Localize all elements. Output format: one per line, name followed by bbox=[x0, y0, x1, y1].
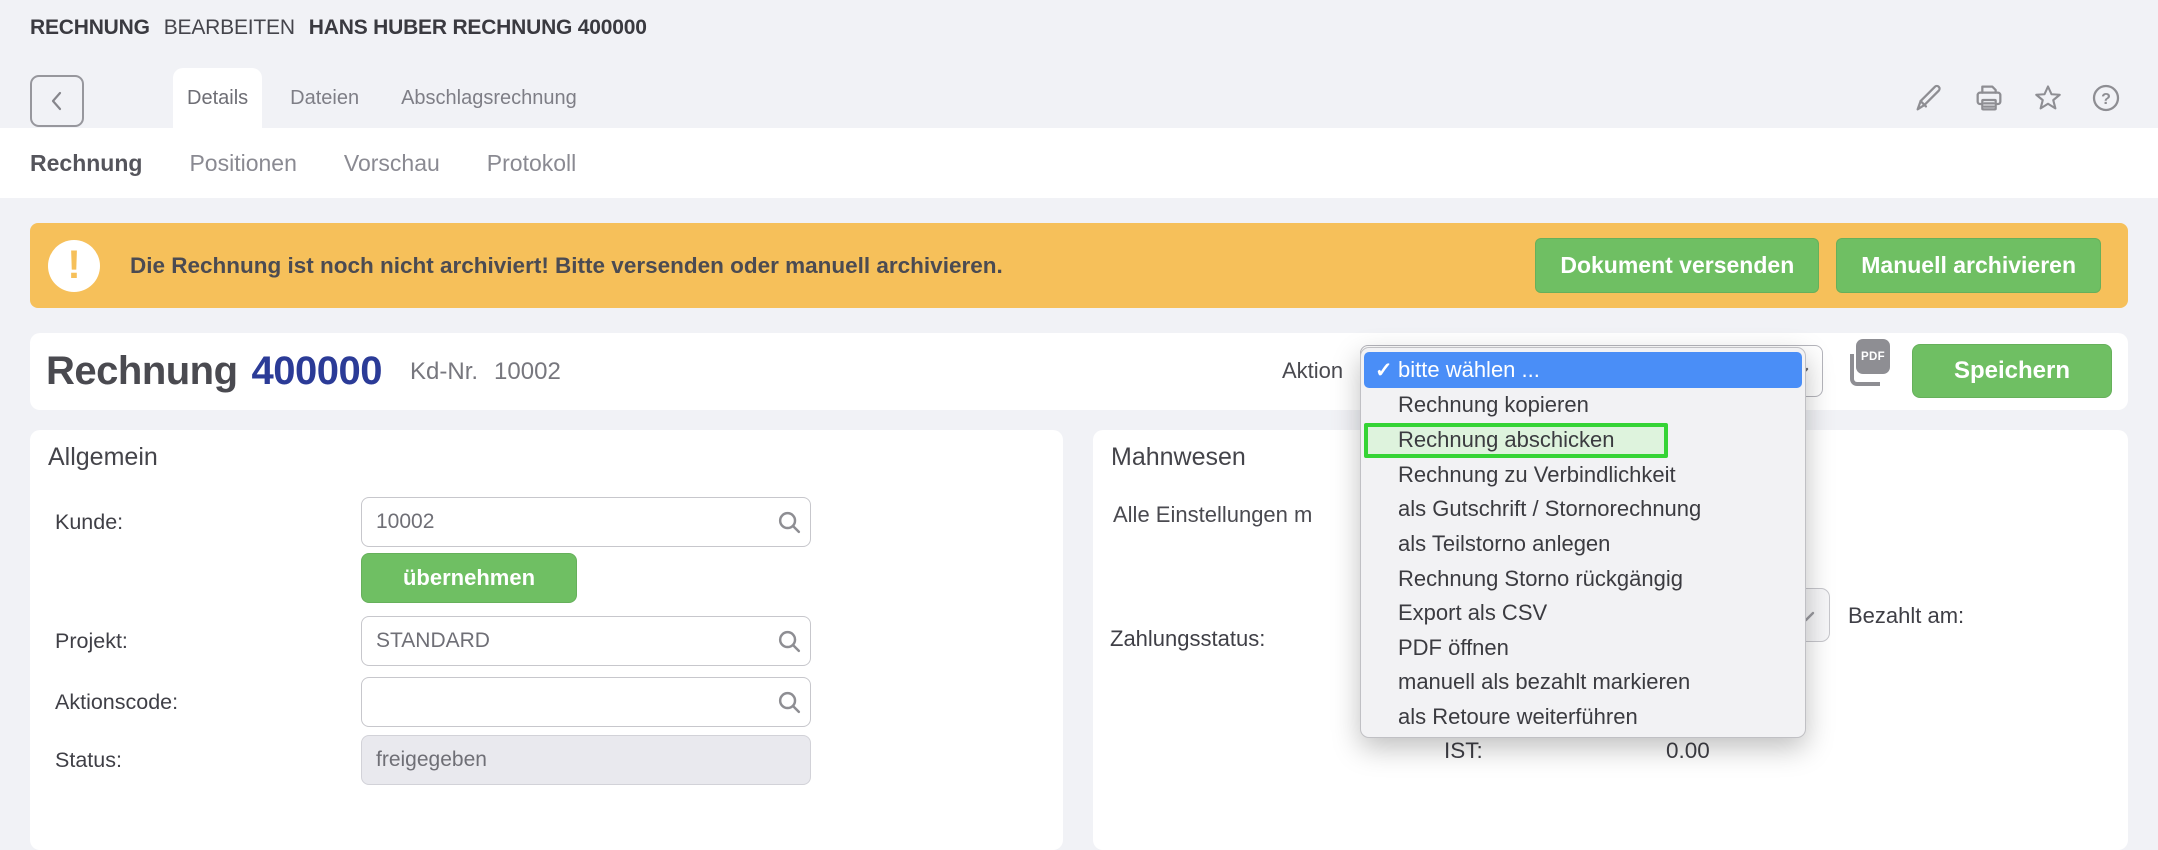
dropdown-option-export-csv[interactable]: Export als CSV bbox=[1361, 596, 1805, 631]
tab-label: Abschlagsrechnung bbox=[401, 87, 577, 110]
kunde-input[interactable] bbox=[361, 497, 811, 547]
tab-details[interactable]: Details bbox=[173, 68, 262, 128]
ist-label: IST: bbox=[1444, 738, 1483, 764]
search-icon[interactable] bbox=[776, 689, 803, 716]
bezahlt-am-label: Bezahlt am: bbox=[1848, 603, 1964, 629]
star-favorite-icon[interactable] bbox=[2033, 83, 2063, 113]
panel-heading: Mahnwesen bbox=[1111, 443, 1246, 472]
customer-number-value: 10002 bbox=[494, 358, 561, 386]
search-icon[interactable] bbox=[776, 628, 803, 655]
tab-label: Details bbox=[187, 87, 248, 110]
help-question-icon[interactable]: ? bbox=[2090, 82, 2122, 114]
zahlungsstatus-label: Zahlungsstatus: bbox=[1110, 626, 1265, 652]
dropdown-option-gutschrift-stornorechnung[interactable]: als Gutschrift / Stornorechnung bbox=[1361, 492, 1805, 527]
chevron-left-icon bbox=[46, 88, 68, 114]
aktionscode-label: Aktionscode: bbox=[55, 690, 178, 715]
save-button[interactable]: Speichern bbox=[1912, 344, 2112, 398]
subtab-vorschau[interactable]: Vorschau bbox=[344, 150, 440, 177]
apply-customer-button[interactable]: übernehmen bbox=[361, 553, 577, 603]
dropdown-option-teilstorno-anlegen[interactable]: als Teilstorno anlegen bbox=[1361, 527, 1805, 562]
printer-icon[interactable] bbox=[1972, 82, 2006, 114]
main-tabs: Details Dateien Abschlagsrechnung bbox=[173, 68, 591, 128]
subtab-protokoll[interactable]: Protokoll bbox=[487, 150, 576, 177]
panel-heading: Allgemein bbox=[48, 443, 158, 472]
mahnwesen-info-text: Alle Einstellungen m bbox=[1113, 502, 1312, 528]
archive-warning-banner: ! Die Rechnung ist noch nicht archiviert… bbox=[30, 223, 2128, 308]
invoice-number: 400000 bbox=[252, 349, 382, 394]
subtab-rechnung[interactable]: Rechnung bbox=[30, 150, 142, 177]
breadcrumb-mode: BEARBEITEN bbox=[164, 16, 295, 40]
breadcrumb-section: RECHNUNG bbox=[30, 16, 150, 40]
kunde-label: Kunde: bbox=[55, 510, 123, 535]
dropdown-option-retoure-weiterfuehren[interactable]: als Retoure weiterführen bbox=[1361, 700, 1805, 735]
pencil-edit-icon[interactable] bbox=[1913, 82, 1945, 114]
manual-archive-button[interactable]: Manuell archivieren bbox=[1836, 238, 2101, 293]
breadcrumb: RECHNUNG BEARBEITEN HANS HUBER RECHNUNG … bbox=[30, 16, 647, 40]
toolbar-icons: ? bbox=[1913, 82, 2122, 114]
action-label: Aktion bbox=[1282, 358, 1343, 384]
search-icon[interactable] bbox=[776, 509, 803, 536]
projekt-input[interactable] bbox=[361, 616, 811, 666]
pdf-icon: PDF bbox=[1856, 339, 1890, 374]
status-input bbox=[361, 735, 811, 785]
action-dropdown-menu: ✓ bitte wählen ... Rechnung kopieren Rec… bbox=[1360, 347, 1806, 738]
dropdown-option-rechnung-zu-verbindlichkeit[interactable]: Rechnung zu Verbindlichkeit bbox=[1361, 458, 1805, 493]
tab-abschlagsrechnung[interactable]: Abschlagsrechnung bbox=[387, 68, 591, 128]
dropdown-option-rechnung-kopieren[interactable]: Rechnung kopieren bbox=[1361, 388, 1805, 423]
projekt-label: Projekt: bbox=[55, 629, 128, 654]
breadcrumb-record: HANS HUBER RECHNUNG 400000 bbox=[309, 16, 647, 40]
send-document-button[interactable]: Dokument versenden bbox=[1535, 238, 1819, 293]
pdf-button[interactable]: PDF bbox=[1850, 339, 1890, 386]
tab-label: Dateien bbox=[290, 87, 359, 110]
status-label: Status: bbox=[55, 748, 122, 773]
ist-value: 0.00 bbox=[1666, 738, 1710, 764]
back-button[interactable] bbox=[30, 75, 84, 127]
allgemein-panel: Allgemein Kunde: übernehmen Projekt: Akt… bbox=[30, 430, 1063, 850]
dropdown-option-rechnung-abschicken[interactable]: Rechnung abschicken bbox=[1364, 423, 1668, 458]
subtab-band: Rechnung Positionen Vorschau Protokoll bbox=[0, 128, 2158, 198]
checkmark-icon: ✓ bbox=[1375, 358, 1393, 383]
page-title: Rechnung bbox=[46, 349, 238, 394]
dropdown-option-bezahlt-markieren[interactable]: manuell als bezahlt markieren bbox=[1361, 665, 1805, 700]
invoice-header-card: Rechnung 400000 Kd-Nr. 10002 Aktion PDF … bbox=[30, 333, 2128, 410]
warning-exclamation-icon: ! bbox=[48, 240, 100, 292]
svg-text:?: ? bbox=[2101, 91, 2111, 108]
warning-message: Die Rechnung ist noch nicht archiviert! … bbox=[130, 253, 1003, 279]
subtab-positionen[interactable]: Positionen bbox=[189, 150, 296, 177]
customer-number-label: Kd-Nr. bbox=[410, 358, 478, 386]
dropdown-option-bitte-waehlen[interactable]: ✓ bitte wählen ... bbox=[1364, 352, 1802, 388]
dropdown-option-label: bitte wählen ... bbox=[1398, 357, 1540, 383]
tab-dateien[interactable]: Dateien bbox=[276, 68, 373, 128]
dropdown-option-storno-rueckgaengig[interactable]: Rechnung Storno rückgängig bbox=[1361, 561, 1805, 596]
dropdown-option-pdf-oeffnen[interactable]: PDF öffnen bbox=[1361, 631, 1805, 666]
aktionscode-input[interactable] bbox=[361, 677, 811, 727]
